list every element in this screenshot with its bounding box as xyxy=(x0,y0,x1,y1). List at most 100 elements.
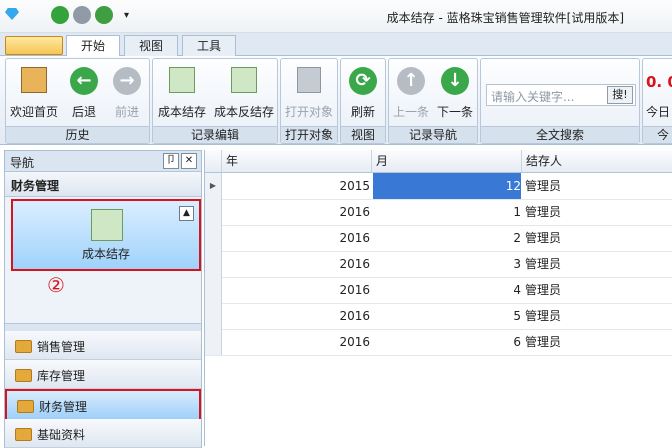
cost-close-nav-item[interactable]: ▲ 成本结存 xyxy=(11,199,201,271)
group-fulltext-search: 请输入关键字... 搜! 全文搜索 xyxy=(480,58,640,144)
up-arrow-icon: ↑ xyxy=(397,67,425,95)
navigation-pane: 导航 卩 ✕ 财务管理 ▲ 成本结存 ② 销售管理 库存管理 财务管理 基础资料 xyxy=(4,150,202,448)
cost-close-button[interactable]: 成本结存 xyxy=(153,65,211,121)
group-history: 欢迎首页 ← 后退 → 前进 历史 xyxy=(5,58,150,144)
ledger-reverse-icon xyxy=(231,67,257,93)
forward-arrow-icon: → xyxy=(113,67,141,95)
cell-month[interactable]: 2 xyxy=(373,225,521,251)
home-icon xyxy=(21,67,47,93)
table-row[interactable]: 2016 2 管理员 xyxy=(205,225,672,252)
row-indicator xyxy=(205,303,222,329)
customize-toolbar-icon[interactable]: ▾ xyxy=(124,10,129,21)
table-row[interactable]: 2016 5 管理员 xyxy=(205,303,672,330)
cell-person[interactable]: 管理员 xyxy=(523,303,672,329)
column-person[interactable]: 结存人 xyxy=(521,150,672,172)
pin-button[interactable]: 卩 xyxy=(163,153,179,169)
table-row[interactable]: 2016 3 管理员 xyxy=(205,251,672,278)
cell-year[interactable]: 2016 xyxy=(222,225,370,251)
window-title: 成本结存 - 蓝格珠宝销售管理软件[试用版本] xyxy=(386,11,624,25)
cell-year[interactable]: 2016 xyxy=(222,277,370,303)
open-object-button[interactable]: 打开对象 xyxy=(281,65,337,121)
nav-title: 导航 xyxy=(10,156,35,170)
row-indicator xyxy=(205,329,222,355)
group-record-nav-label: 记录导航 xyxy=(389,126,477,143)
cell-month[interactable]: 4 xyxy=(373,277,521,303)
ribbon: 欢迎首页 ← 后退 → 前进 历史 成本结存 成本反结存 记录编辑 打开对象 打… xyxy=(0,56,672,145)
folder-icon xyxy=(15,340,32,353)
collapse-icon[interactable]: ▲ xyxy=(179,206,194,221)
folder-icon xyxy=(15,369,32,382)
menu-tab-bar: 开始 视图 工具 xyxy=(0,33,672,57)
cell-person[interactable]: 管理员 xyxy=(523,251,672,277)
nav-header: 导航 卩 ✕ xyxy=(5,151,201,172)
tab-start[interactable]: 开始 xyxy=(66,35,120,57)
nav-item-finance[interactable]: 财务管理 xyxy=(5,389,201,421)
group-view-label: 视图 xyxy=(341,126,385,143)
tab-tools[interactable]: 工具 xyxy=(182,35,236,56)
title-bar: ▾ 成本结存 - 蓝格珠宝销售管理软件[试用版本] xyxy=(0,0,672,33)
data-grid: 年 月 结存人 ▶ 2015 12 管理员 2016 1 管理员 2016 2 … xyxy=(204,150,672,446)
today-button[interactable]: 今日 xyxy=(646,103,670,120)
cell-person[interactable]: 管理员 xyxy=(523,329,672,355)
group-today: 0. 0 今日 今 xyxy=(642,58,672,144)
table-row[interactable]: 2016 4 管理员 xyxy=(205,277,672,304)
cell-year[interactable]: 2016 xyxy=(222,329,370,355)
close-pane-button[interactable]: ✕ xyxy=(181,153,197,169)
nav-item-sales[interactable]: 销售管理 xyxy=(5,331,201,360)
group-record-edit-label: 记录编辑 xyxy=(153,126,277,143)
app-menu-button[interactable] xyxy=(5,36,63,55)
table-row[interactable]: ▶ 2015 12 管理员 xyxy=(205,173,672,200)
cell-person[interactable]: 管理员 xyxy=(523,225,672,251)
group-history-label: 历史 xyxy=(6,126,149,143)
group-view: ⟳ 刷新 视图 xyxy=(340,58,386,144)
cell-month[interactable]: 12 xyxy=(373,173,521,199)
ledger-nav-icon xyxy=(91,209,123,241)
cell-year[interactable]: 2016 xyxy=(222,199,370,225)
row-indicator xyxy=(205,225,222,251)
group-open-object-label: 打开对象 xyxy=(281,126,337,143)
cell-person[interactable]: 管理员 xyxy=(523,277,672,303)
prev-record-button[interactable]: ↑ 上一条 xyxy=(389,65,433,121)
cell-month[interactable]: 3 xyxy=(373,251,521,277)
folder-icon xyxy=(15,428,32,441)
column-year[interactable]: 年 xyxy=(221,150,371,172)
today-value: 0. 0 xyxy=(646,73,672,91)
cost-reverse-button[interactable]: 成本反结存 xyxy=(211,65,277,121)
group-fulltext-search-label: 全文搜索 xyxy=(481,126,639,143)
cell-month[interactable]: 6 xyxy=(373,329,521,355)
cell-year[interactable]: 2015 xyxy=(222,173,370,199)
column-month[interactable]: 月 xyxy=(371,150,521,172)
cell-year[interactable]: 2016 xyxy=(222,303,370,329)
refresh-icon: ⟳ xyxy=(349,67,377,95)
grid-header: 年 月 结存人 xyxy=(205,150,672,173)
document-icon xyxy=(297,67,321,93)
table-row[interactable]: 2016 1 管理员 xyxy=(205,199,672,226)
down-quick-icon[interactable] xyxy=(95,6,113,24)
nav-item-basic-data[interactable]: 基础资料 xyxy=(5,419,201,448)
search-input[interactable]: 请输入关键字... 搜! xyxy=(486,84,636,106)
refresh-button[interactable]: ⟳ 刷新 xyxy=(341,65,385,121)
search-go-button[interactable]: 搜! xyxy=(607,86,633,104)
tab-view[interactable]: 视图 xyxy=(124,35,178,56)
folder-icon xyxy=(17,400,34,413)
cell-month[interactable]: 1 xyxy=(373,199,521,225)
nav-item-inventory[interactable]: 库存管理 xyxy=(5,360,201,389)
next-record-button[interactable]: ↓ 下一条 xyxy=(433,65,477,121)
group-open-object: 打开对象 打开对象 xyxy=(280,58,338,144)
row-indicator xyxy=(205,277,222,303)
app-logo-icon xyxy=(5,8,19,20)
group-record-nav: ↑ 上一条 ↓ 下一条 记录导航 xyxy=(388,58,478,144)
step-marker-2: ② xyxy=(47,273,65,297)
table-row[interactable]: 2016 6 管理员 xyxy=(205,329,672,356)
up-quick-icon[interactable] xyxy=(73,6,91,24)
cell-person[interactable]: 管理员 xyxy=(523,199,672,225)
back-arrow-icon: ← xyxy=(70,67,98,95)
welcome-button[interactable]: 欢迎首页 xyxy=(8,65,60,121)
cell-person[interactable]: 管理员 xyxy=(523,173,672,199)
forward-button[interactable]: → 前进 xyxy=(106,65,148,121)
cell-year[interactable]: 2016 xyxy=(222,251,370,277)
ledger-icon xyxy=(169,67,195,93)
back-button[interactable]: ← 后退 xyxy=(62,65,106,121)
refresh-quick-icon[interactable] xyxy=(51,6,69,24)
cell-month[interactable]: 5 xyxy=(373,303,521,329)
